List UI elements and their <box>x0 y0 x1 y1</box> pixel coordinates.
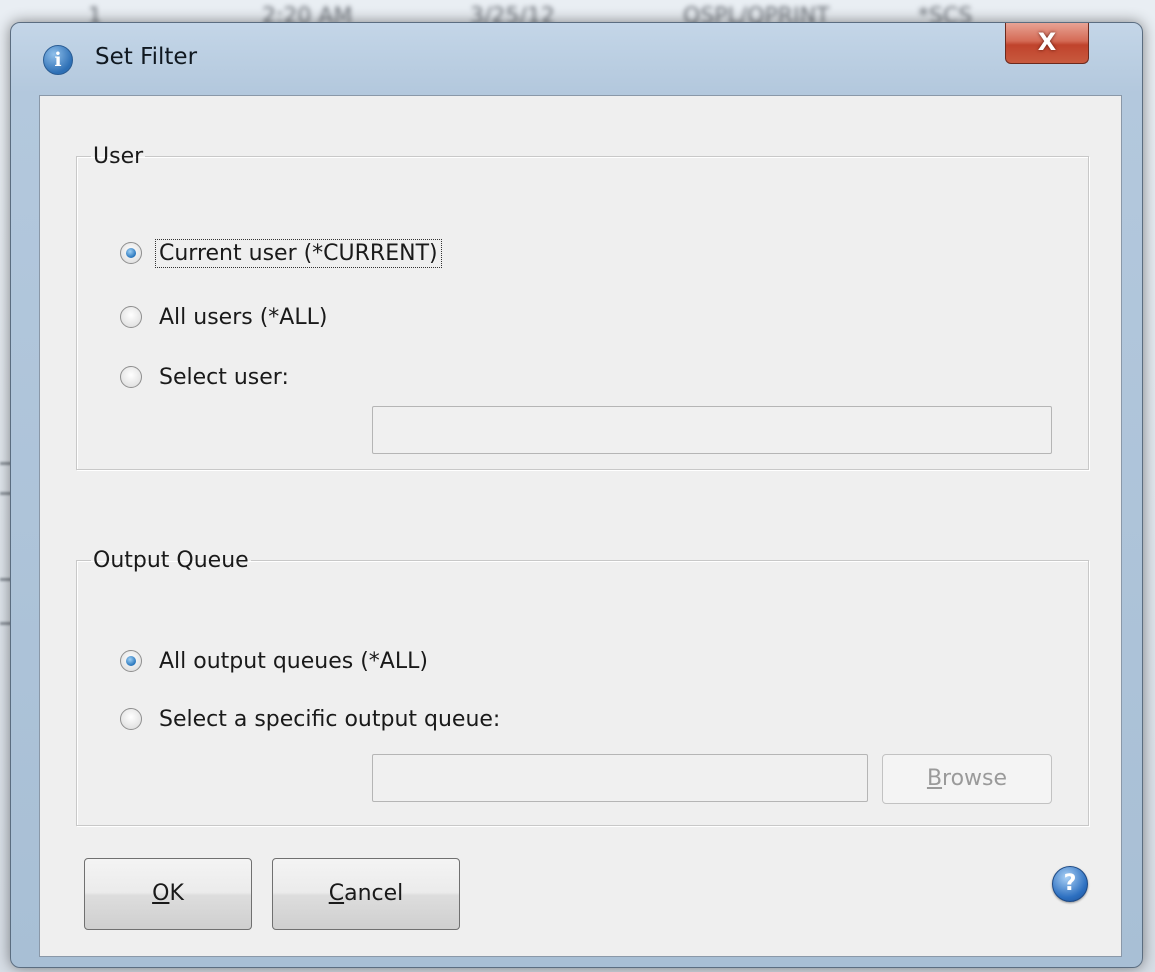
cancel-mnemonic: C <box>328 881 345 906</box>
all-output-queues-option[interactable]: All output queues (*ALL) <box>120 644 431 678</box>
select-user-option[interactable]: Select user: <box>120 360 292 394</box>
set-filter-dialog: i Set Filter X User Current user (*CURRE… <box>10 22 1143 968</box>
all-output-queues-label: All output queues (*ALL) <box>159 648 428 674</box>
browse-mnemonic: B <box>926 766 943 791</box>
ok-label: K <box>169 881 184 906</box>
specific-output-queue-label: Select a specific output queue: <box>159 706 501 732</box>
current-user-option[interactable]: Current user (*CURRENT) <box>120 236 442 270</box>
all-output-queues-radio[interactable] <box>120 650 142 672</box>
cancel-button[interactable]: Cancel <box>272 858 460 930</box>
dialog-title: Set Filter <box>95 44 198 70</box>
output-queue-group-legend: Output Queue <box>93 548 249 573</box>
info-icon: i <box>43 45 73 75</box>
select-user-label: Select user: <box>159 364 289 390</box>
select-user-input[interactable] <box>372 406 1052 454</box>
help-icon[interactable]: ? <box>1052 866 1088 902</box>
current-user-radio[interactable] <box>120 242 142 264</box>
close-button[interactable]: X <box>1005 23 1089 64</box>
ok-button[interactable]: OK <box>84 858 252 930</box>
all-users-option[interactable]: All users (*ALL) <box>120 300 330 334</box>
cancel-label: ancel <box>344 881 404 906</box>
browse-button[interactable]: Browse <box>882 754 1052 804</box>
title-bar[interactable]: i Set Filter X <box>11 23 1142 97</box>
browse-label: rowse <box>942 766 1008 791</box>
user-group-legend: User <box>93 144 144 169</box>
all-users-label: All users (*ALL) <box>159 304 328 330</box>
select-user-radio[interactable] <box>120 366 142 388</box>
current-user-label: Current user (*CURRENT) <box>155 238 442 268</box>
dialog-body: User Current user (*CURRENT) All users (… <box>39 95 1122 957</box>
all-users-radio[interactable] <box>120 306 142 328</box>
specific-output-queue-option[interactable]: Select a specific output queue: <box>120 702 503 736</box>
specific-output-queue-radio[interactable] <box>120 708 142 730</box>
ok-mnemonic: O <box>152 881 170 906</box>
output-queue-input[interactable] <box>372 754 868 802</box>
